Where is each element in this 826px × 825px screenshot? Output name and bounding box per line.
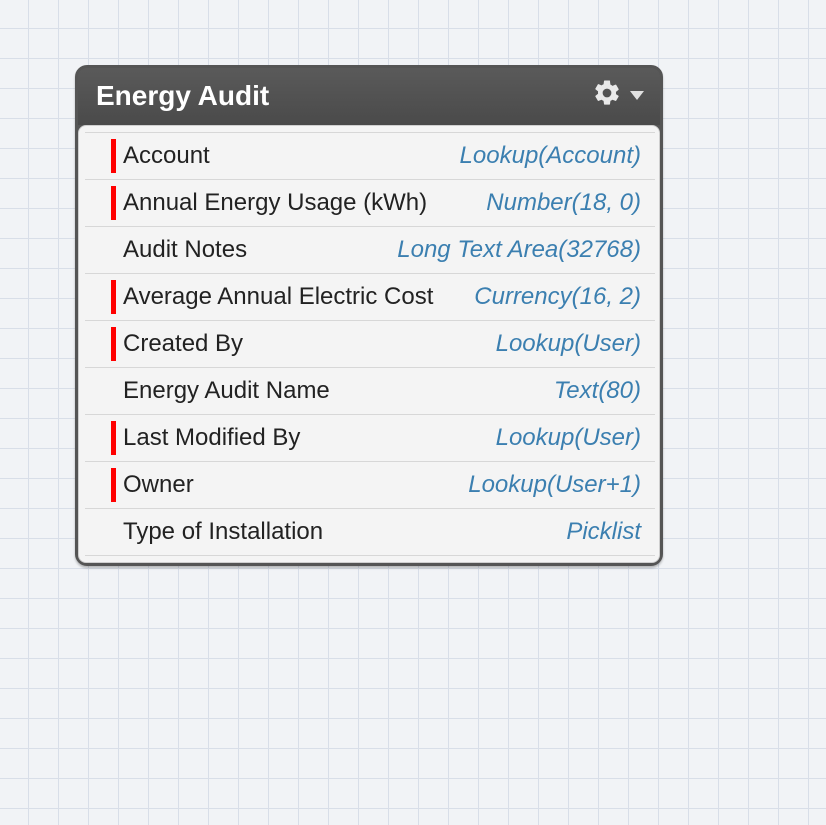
object-panel[interactable]: Energy Audit Account Lookup(Account) Ann… — [75, 65, 663, 566]
required-indicator — [111, 186, 116, 220]
required-indicator — [111, 280, 116, 314]
required-indicator — [111, 421, 116, 455]
field-label: Created By — [123, 330, 243, 358]
field-label: Annual Energy Usage (kWh) — [123, 189, 427, 217]
chevron-down-icon — [630, 91, 644, 100]
settings-menu-button[interactable] — [592, 78, 644, 113]
field-row[interactable]: Average Annual Electric Cost Currency(16… — [85, 274, 655, 321]
field-type: Lookup(User) — [496, 424, 641, 452]
field-row[interactable]: Audit Notes Long Text Area(32768) — [85, 227, 655, 274]
field-row[interactable]: Owner Lookup(User+1) — [85, 462, 655, 509]
field-label: Energy Audit Name — [123, 377, 330, 405]
required-indicator — [111, 468, 116, 502]
panel-title: Energy Audit — [96, 80, 269, 112]
field-type: Lookup(User+1) — [468, 471, 641, 499]
field-list: Account Lookup(Account) Annual Energy Us… — [78, 125, 660, 563]
field-label: Account — [123, 142, 210, 170]
field-row[interactable]: Account Lookup(Account) — [85, 132, 655, 180]
field-type: Picklist — [566, 518, 641, 546]
field-type: Lookup(Account) — [460, 142, 641, 170]
field-label: Average Annual Electric Cost — [123, 283, 433, 311]
field-row[interactable]: Type of Installation Picklist — [85, 509, 655, 556]
field-row[interactable]: Energy Audit Name Text(80) — [85, 368, 655, 415]
required-indicator — [111, 327, 116, 361]
field-type: Currency(16, 2) — [474, 283, 641, 311]
field-label: Owner — [123, 471, 194, 499]
field-type: Number(18, 0) — [486, 189, 641, 217]
field-row[interactable]: Created By Lookup(User) — [85, 321, 655, 368]
field-type: Text(80) — [554, 377, 641, 405]
field-label: Type of Installation — [123, 518, 323, 546]
field-row[interactable]: Last Modified By Lookup(User) — [85, 415, 655, 462]
panel-header: Energy Audit — [78, 68, 660, 125]
required-indicator — [111, 139, 116, 173]
field-type: Long Text Area(32768) — [397, 236, 641, 264]
field-row[interactable]: Annual Energy Usage (kWh) Number(18, 0) — [85, 180, 655, 227]
field-label: Audit Notes — [123, 236, 247, 264]
field-type: Lookup(User) — [496, 330, 641, 358]
gear-icon — [592, 78, 622, 113]
field-label: Last Modified By — [123, 424, 300, 452]
